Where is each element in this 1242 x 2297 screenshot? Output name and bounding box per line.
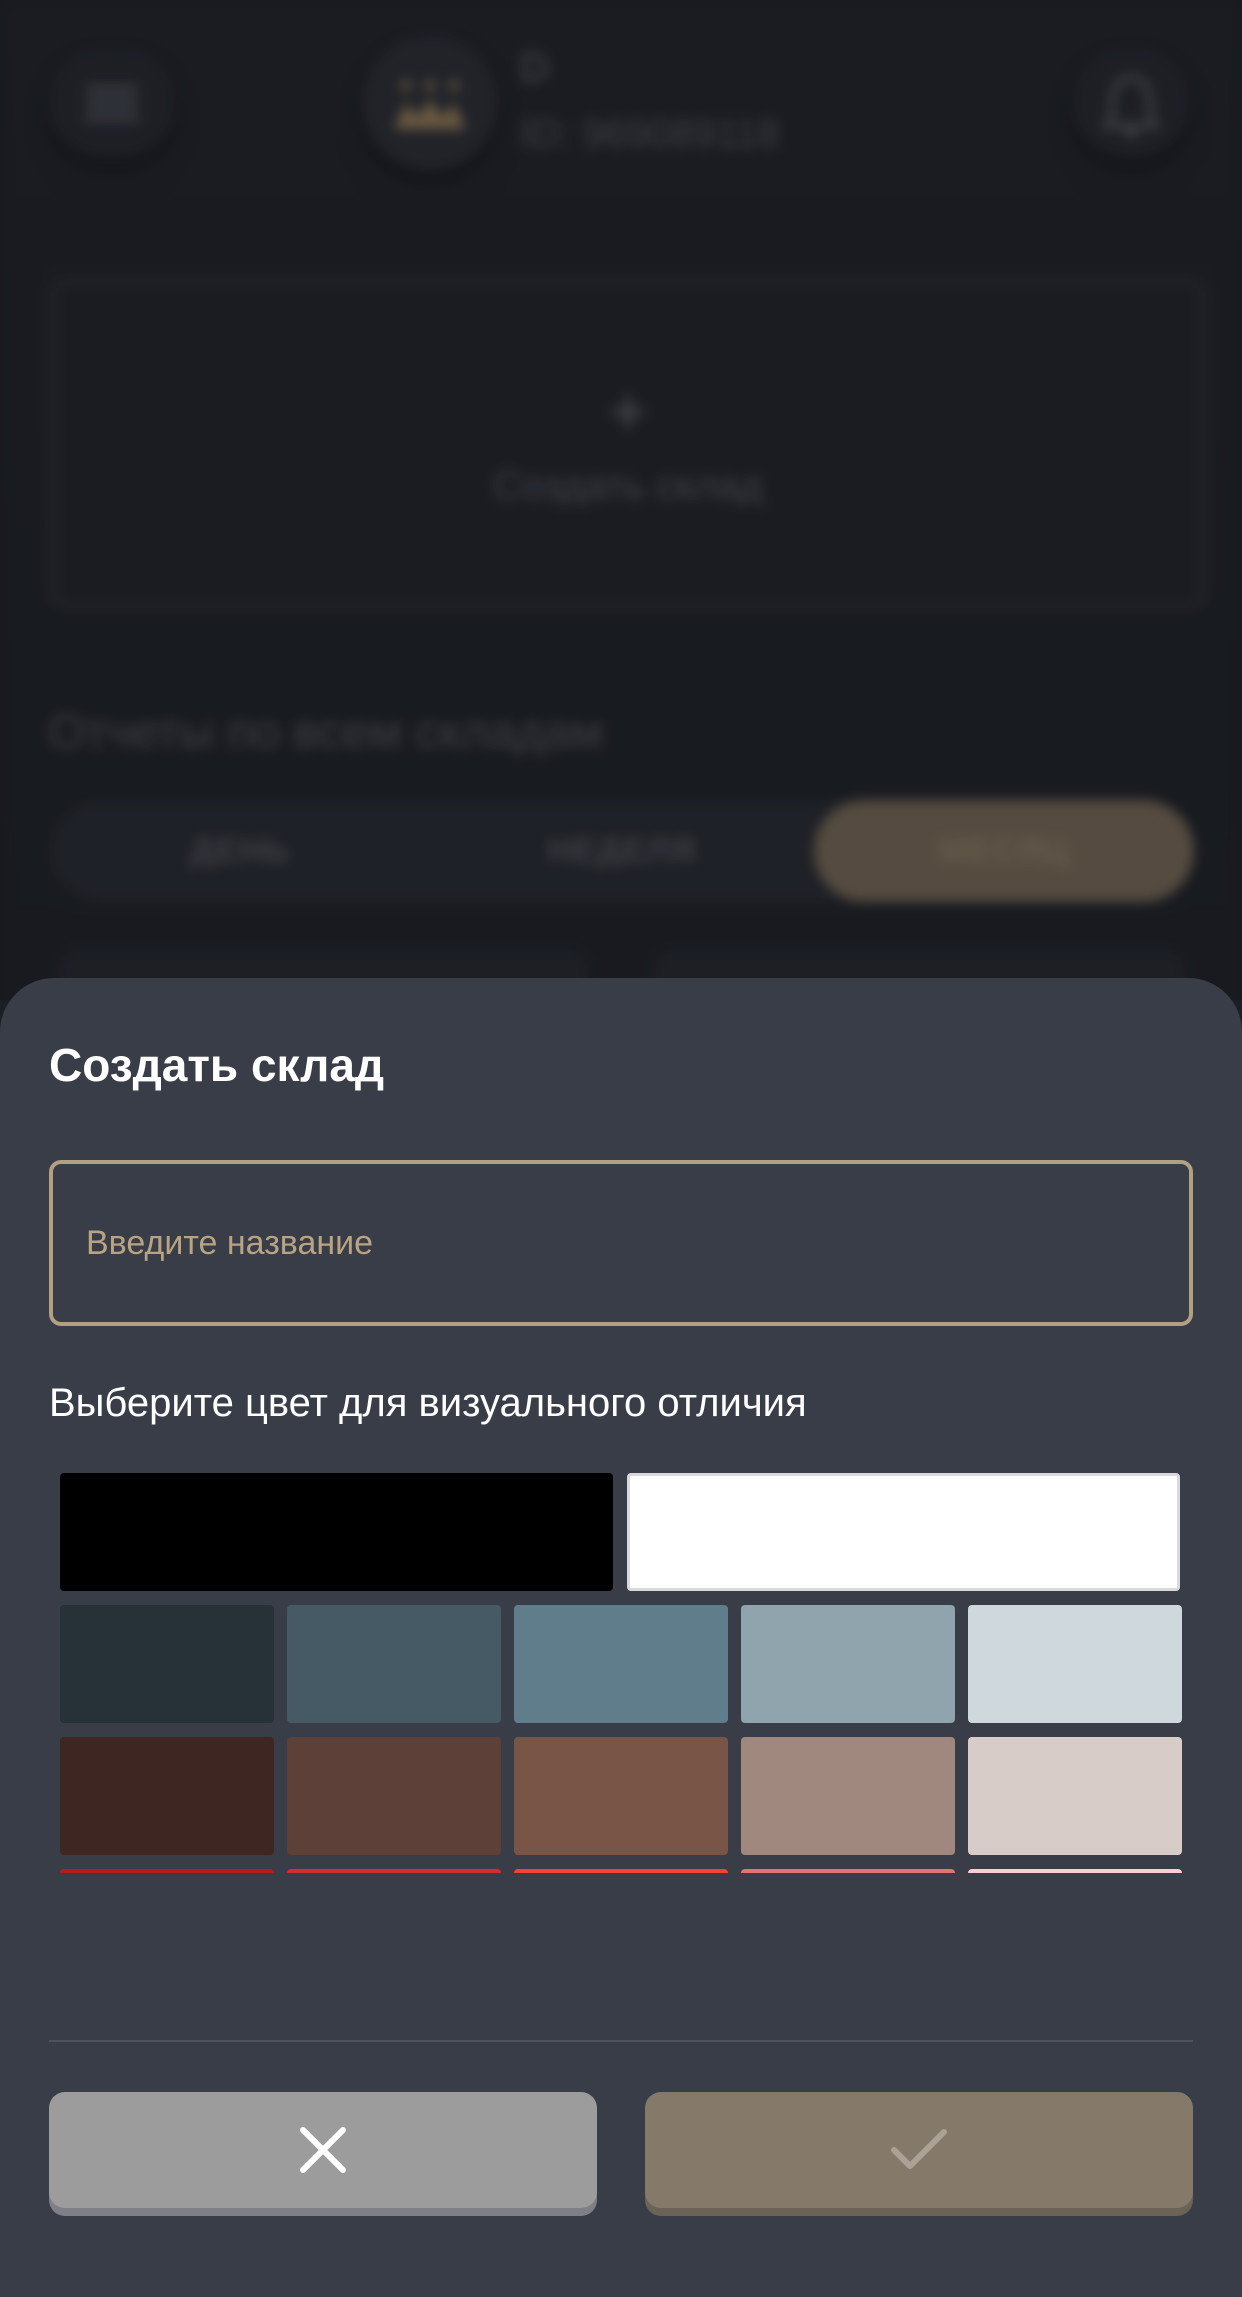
- cancel-button[interactable]: [49, 2092, 597, 2208]
- close-icon: [300, 2127, 346, 2173]
- color-swatch[interactable]: [287, 1605, 501, 1723]
- color-swatch[interactable]: [60, 1869, 274, 1873]
- color-swatch[interactable]: [741, 1737, 955, 1855]
- color-swatch[interactable]: [60, 1605, 274, 1723]
- divider: [49, 2040, 1193, 2042]
- color-swatch[interactable]: [968, 1869, 1182, 1873]
- color-swatch[interactable]: [60, 1473, 613, 1591]
- color-swatch[interactable]: [514, 1869, 728, 1873]
- color-swatch[interactable]: [60, 1737, 274, 1855]
- modal-backdrop[interactable]: [0, 0, 1242, 1000]
- color-swatch[interactable]: [287, 1869, 501, 1873]
- create-warehouse-sheet: Создать склад Выберите цвет для визуальн…: [0, 978, 1242, 2297]
- color-swatch[interactable]: [514, 1737, 728, 1855]
- color-swatch[interactable]: [741, 1869, 955, 1873]
- confirm-button[interactable]: [645, 2092, 1193, 2208]
- color-swatch[interactable]: [741, 1605, 955, 1723]
- warehouse-name-input[interactable]: [49, 1160, 1193, 1326]
- color-swatch[interactable]: [968, 1605, 1182, 1723]
- color-swatch[interactable]: [968, 1737, 1182, 1855]
- color-palette: [60, 1473, 1182, 1873]
- color-swatch[interactable]: [287, 1737, 501, 1855]
- color-swatch[interactable]: [514, 1605, 728, 1723]
- color-swatch[interactable]: [627, 1473, 1180, 1591]
- color-picker-label: Выберите цвет для визуального отличия: [49, 1381, 807, 1425]
- check-icon: [891, 2129, 947, 2169]
- sheet-title: Создать склад: [49, 1039, 385, 1091]
